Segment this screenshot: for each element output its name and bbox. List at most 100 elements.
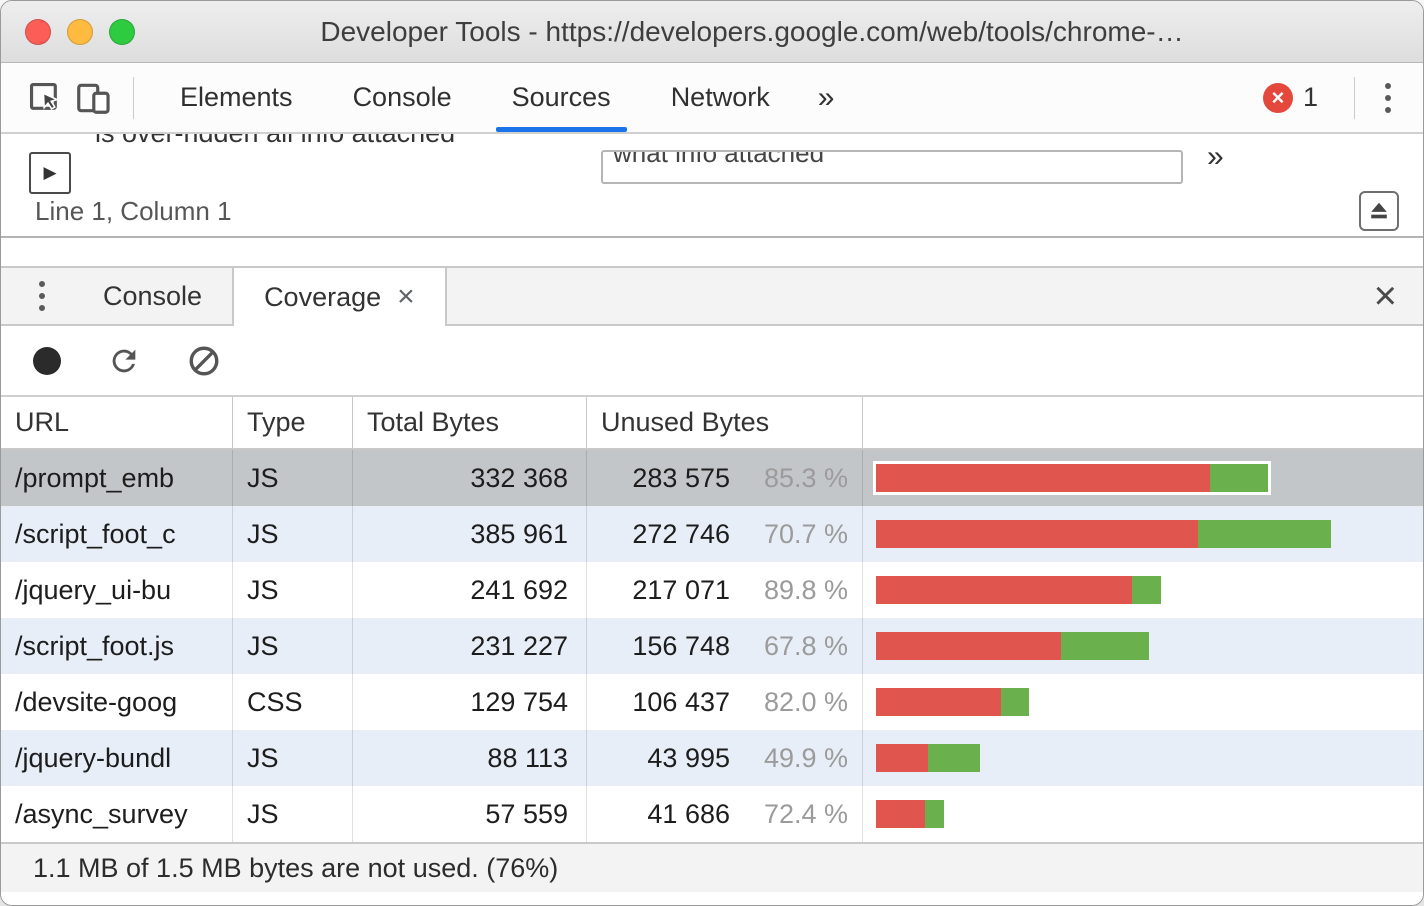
window-title: Developer Tools - https://developers.goo… (320, 15, 1184, 47)
unused-bar-segment (876, 464, 1211, 492)
cell-unused-bytes: 283 575 85.3 % (587, 450, 863, 506)
error-count: 1 (1302, 82, 1318, 112)
devtools-window: Developer Tools - https://developers.goo… (0, 0, 1424, 906)
coverage-table-body: /prompt_emb JS 332 368 283 575 85.3 %/script… (1, 450, 1423, 842)
cell-total-bytes: 241 692 (353, 562, 587, 618)
clear-coverage-icon[interactable] (187, 344, 221, 378)
cell-url: /script_foot_c (1, 506, 233, 562)
error-badge[interactable]: × 1 (1243, 82, 1338, 113)
play-icon[interactable]: ▶ (29, 152, 71, 194)
table-row[interactable]: /devsite-goog CSS 129 754 106 437 82.0 % (1, 674, 1423, 730)
unused-bytes-value: 217 071 (632, 574, 730, 605)
cell-usage-bar (863, 506, 1423, 562)
traffic-lights (1, 18, 135, 45)
unused-bar-segment (876, 800, 926, 828)
header-type[interactable]: Type (233, 397, 353, 448)
drawer-bottom-strip (1, 892, 1423, 905)
unused-percent: 82.0 % (763, 686, 848, 717)
drawer-tab-coverage[interactable]: Coverage × (232, 268, 447, 326)
cell-type: JS (233, 786, 353, 842)
toolbar-separator (133, 76, 134, 119)
record-coverage-icon[interactable] (33, 346, 61, 375)
tab-elements[interactable]: Elements (150, 63, 323, 132)
header-total-bytes[interactable]: Total Bytes (353, 397, 587, 448)
unused-percent: 49.9 % (763, 742, 848, 773)
usage-bar (876, 520, 1331, 548)
cell-usage-bar (863, 450, 1423, 506)
tab-network[interactable]: Network (641, 63, 800, 132)
cell-type: JS (233, 618, 353, 674)
table-row[interactable]: /async_survey JS 57 559 41 686 72.4 % (1, 786, 1423, 842)
cell-url: /devsite-goog (1, 674, 233, 730)
unused-bytes-value: 43 995 (647, 742, 730, 773)
used-bar-segment (1197, 520, 1331, 548)
table-row[interactable]: /prompt_emb JS 332 368 283 575 85.3 % (1, 450, 1423, 506)
cell-unused-bytes: 41 686 72.4 % (587, 786, 863, 842)
more-options-icon[interactable] (1371, 73, 1405, 123)
cell-unused-bytes: 272 746 70.7 % (587, 506, 863, 562)
sources-panel-gap (1, 238, 1423, 266)
unused-bar-segment (876, 688, 1002, 716)
sources-clipped-row: is over-ridden all info attached what in… (1, 134, 1423, 186)
drawer-close-icon[interactable]: × (1348, 268, 1423, 324)
cell-url: /script_foot.js (1, 618, 233, 674)
table-row[interactable]: /script_foot_c JS 385 961 272 746 70.7 % (1, 506, 1423, 562)
toolbar-separator (1354, 76, 1355, 119)
tab-console-label: Console (352, 82, 452, 112)
header-usage-bar (863, 397, 1423, 448)
cell-url: /jquery_ui-bu (1, 562, 233, 618)
titlebar: Developer Tools - https://developers.goo… (1, 1, 1423, 63)
play-glyph: ▶ (43, 163, 57, 182)
device-toolbar-icon[interactable] (69, 74, 117, 122)
zoom-window-button[interactable] (109, 18, 135, 45)
drawer-tab-console[interactable]: Console (73, 268, 232, 324)
cell-total-bytes: 385 961 (353, 506, 587, 562)
eject-icon[interactable] (1359, 191, 1399, 231)
unused-percent: 89.8 % (763, 574, 848, 605)
cell-url: /prompt_emb (1, 450, 233, 506)
cell-usage-bar (863, 730, 1423, 786)
sources-overflow-chevron[interactable]: » (1207, 140, 1224, 174)
usage-bar (876, 464, 1268, 492)
cell-type: CSS (233, 674, 353, 730)
unused-percent: 72.4 % (763, 798, 848, 829)
unused-bytes-value: 106 437 (632, 686, 730, 717)
reload-icon[interactable] (107, 344, 141, 378)
unused-bytes-value: 272 746 (632, 518, 730, 549)
cell-unused-bytes: 217 071 89.8 % (587, 562, 863, 618)
unused-bar-segment (876, 744, 928, 772)
coverage-toolbar (1, 326, 1423, 397)
unused-bar-segment (876, 520, 1198, 548)
tab-sources[interactable]: Sources (482, 63, 641, 132)
sources-search-input[interactable]: what info attached (601, 150, 1183, 184)
header-unused-bytes[interactable]: Unused Bytes (587, 397, 863, 448)
cell-total-bytes: 88 113 (353, 730, 587, 786)
devtools-toolbar: Elements Console Sources Network » × 1 (1, 63, 1423, 134)
cell-url: /async_survey (1, 786, 233, 842)
inspect-element-icon[interactable] (21, 74, 69, 122)
cell-total-bytes: 129 754 (353, 674, 587, 730)
table-row[interactable]: /script_foot.js JS 231 227 156 748 67.8 % (1, 618, 1423, 674)
used-bar-segment (1061, 632, 1149, 660)
cell-type: JS (233, 730, 353, 786)
cell-unused-bytes: 156 748 67.8 % (587, 618, 863, 674)
tab-elements-label: Elements (180, 82, 293, 112)
drawer-menu-icon[interactable] (1, 268, 73, 324)
cell-total-bytes: 332 368 (353, 450, 587, 506)
tab-console[interactable]: Console (323, 63, 482, 132)
cell-usage-bar (863, 562, 1423, 618)
more-tabs-chevron[interactable]: » (800, 81, 853, 115)
close-window-button[interactable] (25, 18, 51, 45)
cell-type: JS (233, 562, 353, 618)
cursor-position-label: Line 1, Column 1 (35, 195, 232, 226)
used-bar-segment (925, 800, 944, 828)
drawer-tab-bar: Console Coverage × × (1, 266, 1423, 326)
unused-bar-segment (876, 576, 1132, 604)
table-row[interactable]: /jquery-bundl JS 88 113 43 995 49.9 % (1, 730, 1423, 786)
cell-type: JS (233, 450, 353, 506)
header-url[interactable]: URL (1, 397, 233, 448)
editor-status-bar: Line 1, Column 1 (1, 186, 1423, 236)
coverage-tab-close-icon[interactable]: × (397, 282, 415, 312)
table-row[interactable]: /jquery_ui-bu JS 241 692 217 071 89.8 % (1, 562, 1423, 618)
minimize-window-button[interactable] (67, 18, 93, 45)
